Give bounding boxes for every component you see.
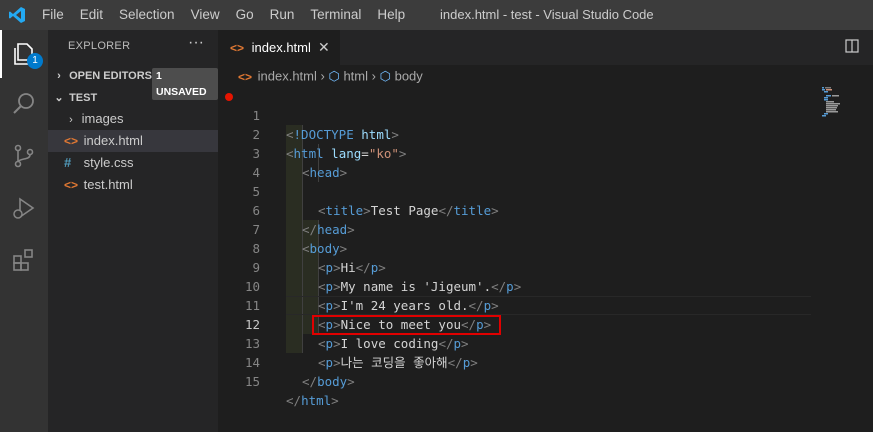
code-line: 7 <body> [218, 201, 818, 256]
close-tab-button[interactable]: ✕ [318, 30, 330, 65]
explorer-activity-button[interactable]: 1 [0, 30, 48, 78]
code-line: 8 <p>Hi</p> [218, 220, 818, 275]
open-editors-label: OPEN EDITORS [69, 70, 152, 82]
html-file-icon: <> [64, 178, 79, 192]
tree-item-index-html[interactable]: <> index.html [48, 130, 218, 152]
breadcrumb-html[interactable]: html [343, 69, 368, 84]
tree-item-label: test.html [83, 177, 133, 192]
breadcrumb-file[interactable]: index.html [258, 69, 317, 84]
code-line: 2 <html lang="ko"> [218, 106, 818, 161]
code-editor[interactable]: 1 <!DOCTYPE html> 2 <html lang="ko"> 3 <… [218, 87, 873, 432]
code-line: 13 <p>나는 코딩을 좋아해</p> [218, 315, 818, 370]
html-file-icon: <> [230, 41, 245, 55]
element-icon: ⬡ [328, 68, 340, 84]
menu-file[interactable]: File [34, 0, 72, 30]
code-line: 9 <p>My name is 'Jigeum'.</p> [218, 239, 818, 294]
menu-view[interactable]: View [183, 0, 228, 30]
css-file-icon: # [64, 155, 72, 170]
folder-label: TEST [69, 92, 98, 104]
chevron-down-icon: ⌄ [54, 92, 64, 104]
search-icon [13, 93, 34, 114]
tree-item-images[interactable]: › images [48, 108, 218, 130]
html-file-icon: <> [238, 69, 253, 84]
explorer-sidebar: EXPLORER ··· › OPEN EDITORS 1 UNSAVED ⌄ … [48, 30, 218, 432]
tree-item-label: index.html [83, 133, 143, 148]
open-editors-section[interactable]: › OPEN EDITORS 1 UNSAVED [48, 65, 218, 100]
tab-index-html[interactable]: <> index.html ✕ [218, 30, 340, 65]
code-line: 5 <title>Test Page</title> [218, 163, 818, 218]
code-line: 14 </body> [218, 334, 818, 389]
code-line: 10 <p>I'm 24 years old.</p> [218, 258, 818, 313]
minimap[interactable] [818, 87, 873, 432]
menu-selection[interactable]: Selection [111, 0, 183, 30]
tree-item-test-html[interactable]: <> test.html [48, 174, 218, 196]
element-icon: ⬡ [379, 68, 391, 84]
line-number: 15 [244, 374, 260, 389]
more-actions-button[interactable]: ··· [188, 34, 204, 52]
breadcrumb-separator: › [371, 68, 376, 84]
tree-item-style-css[interactable]: # style.css [48, 152, 218, 174]
breadcrumb-body[interactable]: body [395, 69, 423, 84]
html-file-icon: <> [64, 134, 79, 148]
code-line: 1 <!DOCTYPE html> [218, 87, 818, 142]
code-line: 4 [218, 144, 818, 180]
annotation-highlight-box [312, 315, 501, 335]
title-bar: File Edit Selection View Go Run Terminal… [0, 0, 873, 30]
breadcrumb-separator: › [320, 68, 325, 84]
chevron-right-icon: › [69, 114, 73, 126]
code-line: 6 </head> [218, 182, 818, 237]
editor-tabs: <> index.html ✕ [218, 30, 873, 65]
explorer-title: EXPLORER [68, 40, 131, 52]
activity-bar: 1 [0, 30, 48, 432]
tab-label: index.html [251, 40, 311, 55]
folder-test-section[interactable]: ⌄ TEST [48, 87, 218, 109]
menu-go[interactable]: Go [228, 0, 262, 30]
code-line: 3 <head> [218, 125, 818, 180]
run-debug-activity-button[interactable] [0, 184, 48, 232]
code-line: 15 </html> [218, 353, 818, 408]
code-line: 11 <p>Nice to meet you</p> [218, 277, 818, 332]
menu-run[interactable]: Run [262, 0, 303, 30]
search-activity-button[interactable] [0, 80, 48, 128]
source-control-icon [14, 144, 34, 168]
tree-item-label: style.css [83, 155, 134, 170]
split-editor-icon[interactable] [845, 39, 859, 53]
source-control-activity-button[interactable] [0, 132, 48, 180]
breadcrumb: <> index.html › ⬡ html › ⬡ body [218, 65, 873, 87]
menu-help[interactable]: Help [369, 0, 413, 30]
menu-terminal[interactable]: Terminal [302, 0, 369, 30]
vscode-logo-icon [0, 0, 34, 30]
tree-item-label: images [81, 111, 124, 126]
unsaved-count-badge: 1 [27, 53, 43, 69]
chevron-right-icon: › [57, 70, 61, 82]
extensions-icon [13, 249, 33, 271]
run-debug-icon [13, 197, 35, 219]
menu-edit[interactable]: Edit [72, 0, 111, 30]
extensions-activity-button[interactable] [0, 236, 48, 284]
code-line: 12 <p>I love coding</p> [218, 296, 818, 351]
